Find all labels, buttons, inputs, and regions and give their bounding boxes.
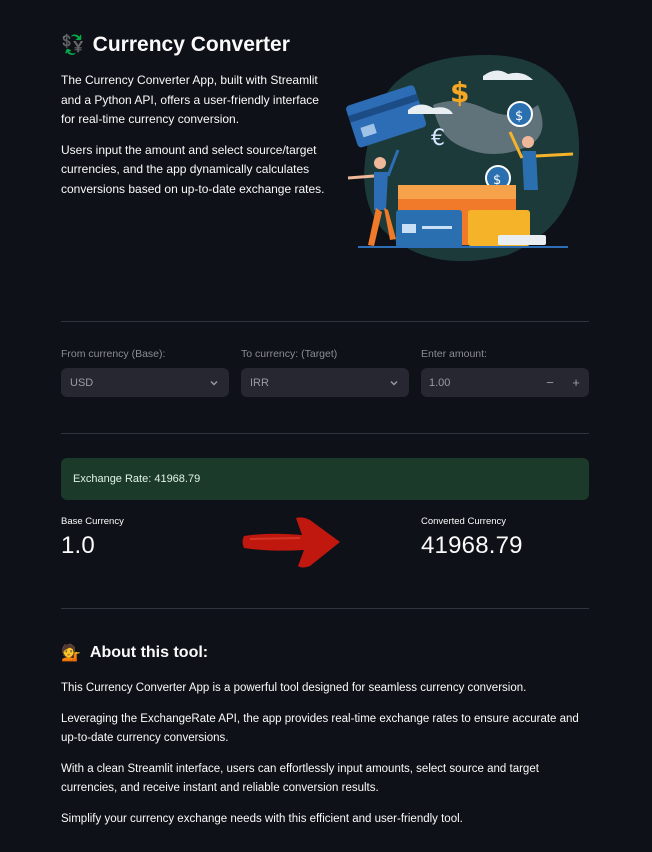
amount-value[interactable]: 1.00 — [429, 377, 450, 389]
converted-currency-value: 41968.79 — [421, 532, 523, 559]
to-currency-label: To currency: (Target) — [241, 348, 338, 360]
page-title: 💱 Currency Converter — [61, 33, 290, 57]
about-paragraph-2: Leveraging the ExchangeRate API, the app… — [61, 712, 579, 745]
svg-text:$: $ — [450, 76, 469, 109]
from-currency-select[interactable]: USD — [61, 368, 229, 397]
divider-bottom — [61, 608, 589, 609]
to-currency-value: IRR — [250, 376, 269, 389]
about-heading-text: About this tool: — [89, 644, 209, 661]
from-currency-field: From currency (Base): USD — [61, 348, 229, 397]
chevron-down-icon — [390, 380, 398, 385]
about-text: This Currency Converter App is a powerfu… — [61, 679, 591, 840]
intro-text: The Currency Converter App, built with S… — [61, 71, 331, 210]
about-paragraph-1: This Currency Converter App is a powerfu… — [61, 682, 527, 694]
intro-paragraph-1: The Currency Converter App, built with S… — [61, 73, 319, 126]
increment-button[interactable]: + — [563, 368, 589, 397]
base-currency-value: 1.0 — [61, 532, 95, 559]
converted-currency-label: Converted Currency — [421, 516, 507, 527]
svg-text:$: $ — [515, 109, 523, 124]
amount-field: Enter amount: 1.00 − + — [421, 348, 589, 397]
exchange-rate-alert: Exchange Rate: 41968.79 — [61, 458, 589, 500]
exchange-rate-text: Exchange Rate: 41968.79 — [73, 473, 201, 485]
page-title-text: Currency Converter — [92, 33, 290, 56]
person-tipping-hand-icon: 💁 — [61, 645, 81, 662]
from-currency-label: From currency (Base): — [61, 348, 166, 360]
divider-top — [61, 321, 589, 322]
base-currency-label: Base Currency — [61, 516, 124, 527]
amount-input[interactable]: 1.00 − + — [421, 368, 589, 397]
money-illustration: € $ $ $ $ — [346, 55, 580, 262]
intro-paragraph-2: Users input the amount and select source… — [61, 142, 325, 196]
currency-exchange-icon: 💱 — [61, 35, 85, 56]
to-currency-select[interactable]: IRR — [241, 368, 409, 397]
base-currency-metric: Base Currency 1.0 — [61, 516, 124, 560]
about-paragraph-3: With a clean Streamlit interface, users … — [61, 762, 539, 795]
to-currency-field: To currency: (Target) IRR — [241, 348, 409, 397]
about-heading: 💁 About this tool: — [61, 643, 208, 663]
right-arrow-icon — [242, 517, 340, 568]
from-currency-value: USD — [70, 376, 94, 389]
chevron-down-icon — [210, 380, 218, 385]
about-paragraph-4: Simplify your currency exchange needs wi… — [61, 812, 463, 825]
converted-currency-metric: Converted Currency 41968.79 — [421, 516, 523, 560]
divider-middle — [61, 433, 589, 434]
decrement-button[interactable]: − — [537, 368, 563, 397]
amount-label: Enter amount: — [421, 348, 487, 360]
app-page: 💱 Currency Converter The Currency Conver… — [0, 0, 652, 852]
svg-text:€: € — [431, 126, 445, 151]
